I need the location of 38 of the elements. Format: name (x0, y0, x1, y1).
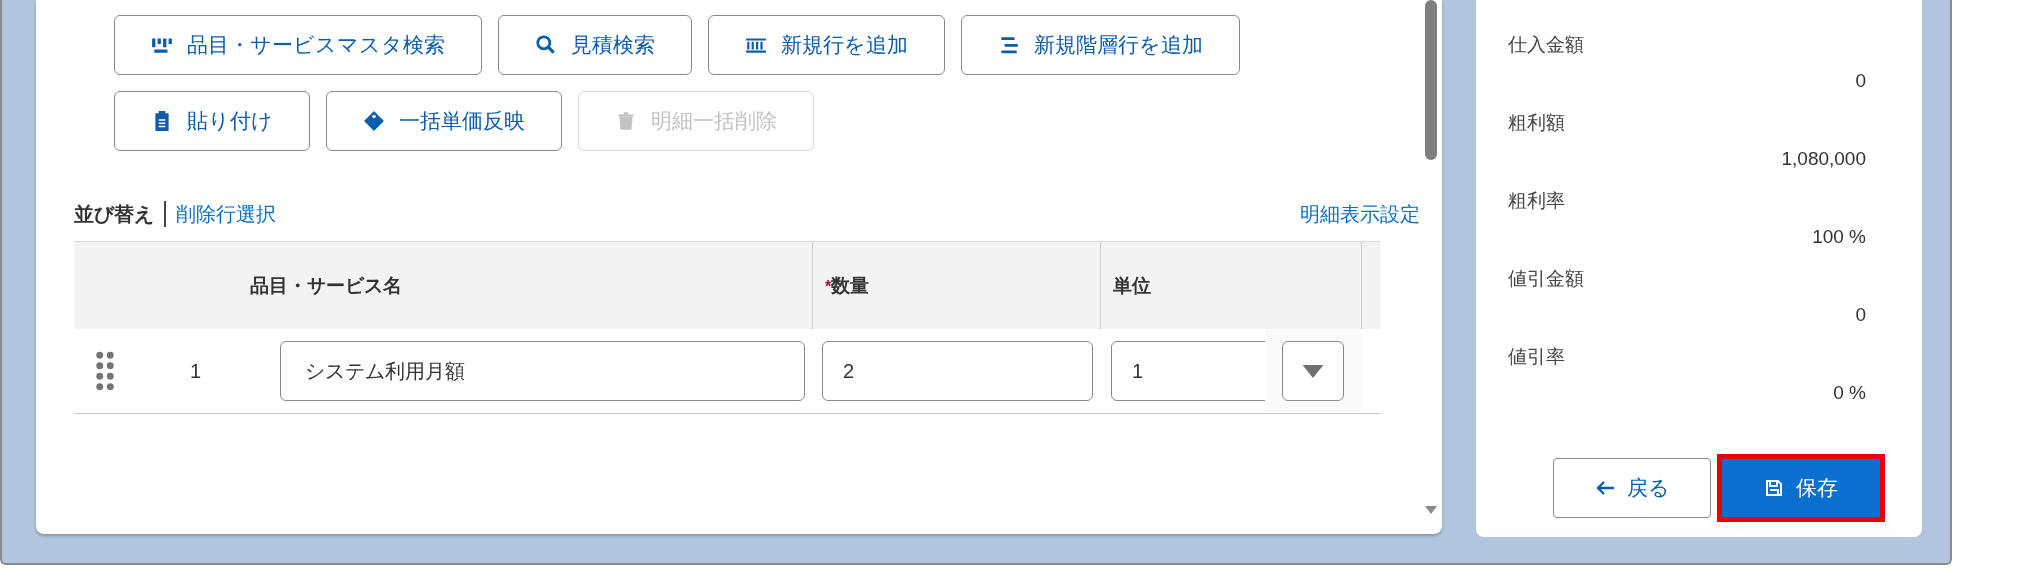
toolbar-button[interactable]: 新規階層行を追加 (961, 15, 1240, 75)
summary-value: 1,080,000 (1780, 148, 1866, 171)
arrow-left-icon (1594, 479, 1615, 497)
toolbar-button[interactable]: 見積検索 (498, 15, 692, 75)
column-header: 単位 (1113, 273, 1151, 298)
column-header: 品目・サービス名 (250, 273, 402, 298)
summary-label: 値引率 (1508, 345, 1566, 369)
summary-value: 100 % (1811, 226, 1866, 249)
lines-icon (998, 34, 1020, 56)
row-number: 1 (190, 359, 203, 383)
column-header: *数量 (825, 273, 870, 298)
row-menu-button[interactable] (1282, 341, 1344, 401)
summary-value: 0 (1854, 70, 1866, 93)
item-name-field[interactable]: システム利用月額 (280, 341, 805, 401)
summary-label: 値引金額 (1508, 267, 1585, 291)
trash-icon (615, 110, 637, 132)
unit-field[interactable]: 1 (1111, 341, 1265, 401)
sort-label[interactable]: 並び替え (74, 200, 154, 228)
select-deleted-link[interactable]: 削除行選択 (175, 200, 276, 228)
save-icon (1764, 479, 1784, 497)
toolbar-button[interactable]: 貼り付け (114, 91, 310, 151)
summary-label: 粗利率 (1508, 189, 1566, 213)
search-icon (535, 34, 557, 56)
summary-value: 0 (1854, 304, 1866, 327)
summary-label: 粗利額 (1508, 111, 1566, 135)
drag-handle-icon[interactable] (96, 351, 114, 391)
caret-icon (1302, 364, 1324, 378)
summary-value: 0 % (1832, 382, 1866, 405)
quantity-field[interactable]: 2 (822, 341, 1093, 401)
scrollbar-thumb[interactable] (1425, 0, 1437, 160)
summary-label: 仕入金額 (1508, 33, 1585, 57)
back-button[interactable]: 戻る (1553, 458, 1711, 518)
display-settings-link[interactable]: 明細表示設定 (1300, 200, 1420, 228)
scroll-down-icon[interactable] (1425, 506, 1437, 514)
toolbar-button[interactable]: 品目・サービスマスタ検索 (114, 15, 482, 75)
toolbar-button[interactable]: 新規行を追加 (708, 15, 945, 75)
toolbar-button[interactable]: 一括単価反映 (326, 91, 562, 151)
tag-icon (363, 110, 385, 132)
